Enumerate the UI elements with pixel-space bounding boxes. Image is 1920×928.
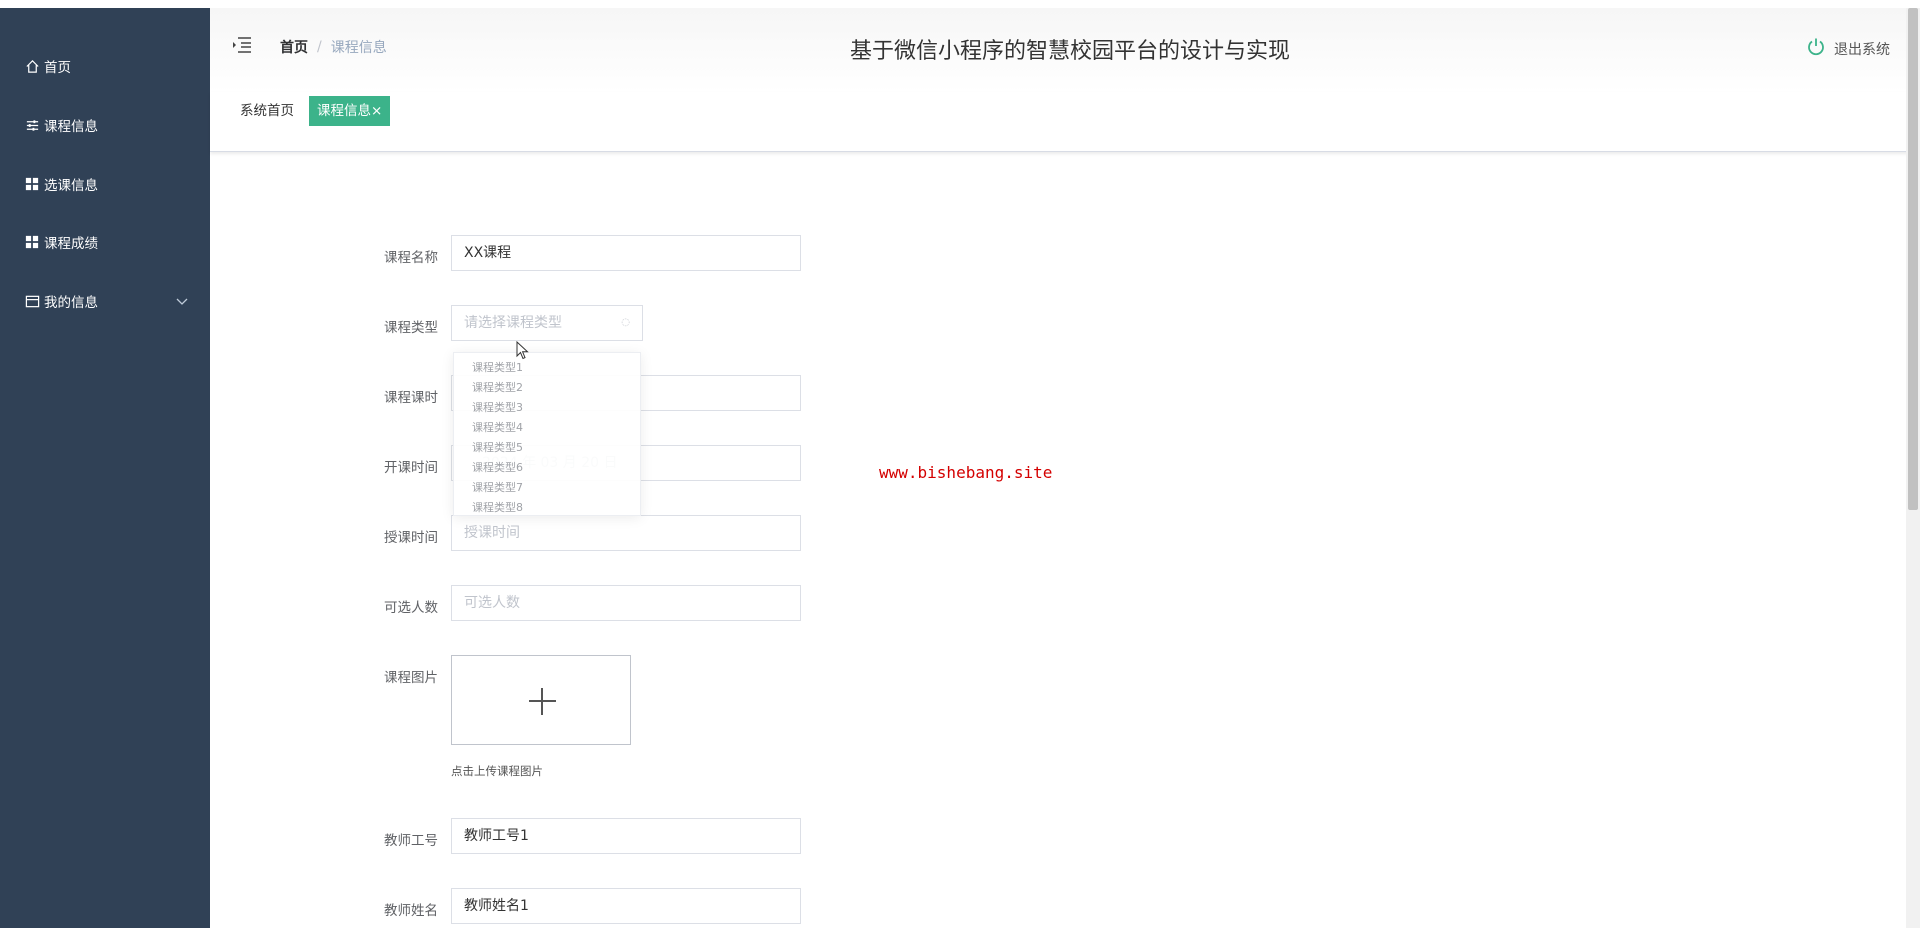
watermark-text: www.bishebang.site: [879, 463, 1053, 482]
course-image-label: 课程图片: [384, 670, 438, 686]
dropdown-option[interactable]: 课程类型4: [472, 419, 523, 435]
grid-icon: [24, 234, 40, 250]
upload-tip: 点击上传课程图片: [451, 764, 543, 778]
breadcrumb-separator: /: [317, 39, 322, 55]
menu-toggle-icon[interactable]: [232, 36, 252, 54]
sidebar-item-my-info[interactable]: 我的信息: [0, 281, 210, 321]
teacher-id-label: 教师工号: [384, 833, 438, 849]
sidebar-item-label: 我的信息: [44, 295, 98, 311]
course-type-select[interactable]: 请选择课程类型 ◌: [451, 305, 643, 341]
logout-label: 退出系统: [1834, 42, 1890, 58]
dropdown-option[interactable]: 课程类型5: [472, 439, 523, 455]
course-hours-label: 课程课时: [384, 390, 438, 406]
course-type-label: 课程类型: [384, 320, 438, 336]
tag-course-info[interactable]: 课程信息×: [309, 96, 391, 126]
course-name-label: 课程名称: [384, 250, 438, 266]
mouse-cursor-icon: [516, 340, 530, 365]
dropdown-option[interactable]: 课程类型2: [472, 379, 523, 395]
sidebar-item-home[interactable]: 首页: [0, 46, 210, 86]
dropdown-option[interactable]: 课程类型6: [472, 459, 523, 475]
breadcrumb-current: 课程信息: [330, 40, 387, 56]
start-time-label: 开课时间: [384, 460, 438, 476]
sidebar-item-label: 首页: [44, 60, 71, 76]
tag-label: 课程信息: [317, 103, 371, 119]
top-header: 首页 / 课程信息 基于微信小程序的智慧校园平台的设计与实现 退出系统: [210, 8, 1920, 92]
teacher-id-input[interactable]: 教师工号1: [451, 818, 801, 854]
sidebar: 首页 课程信息 选课信息 课程成绩 我的信息: [0, 8, 210, 928]
sidebar-item-label: 课程信息: [44, 119, 98, 135]
tag-system-home[interactable]: 系统首页: [232, 96, 302, 126]
course-name-input[interactable]: XX课程: [451, 235, 801, 271]
course-type-placeholder: 请选择课程类型: [464, 315, 562, 331]
teach-time-label: 授课时间: [384, 530, 438, 546]
power-icon: [1806, 37, 1826, 61]
capacity-label: 可选人数: [384, 600, 438, 616]
dropdown-option[interactable]: 课程类型8: [472, 499, 523, 515]
home-icon: [24, 58, 40, 74]
page-title: 基于微信小程序的智慧校园平台的设计与实现: [849, 39, 1290, 64]
teach-time-input[interactable]: 授课时间: [451, 515, 801, 551]
teacher-name-label: 教师姓名: [384, 903, 438, 919]
wallet-icon: [24, 293, 40, 309]
loading-icon: ◌: [621, 317, 630, 328]
logout-button[interactable]: 退出系统: [1806, 37, 1890, 61]
chevron-down-icon: [176, 294, 188, 310]
scrollbar-thumb[interactable]: [1908, 8, 1918, 510]
image-upload[interactable]: [451, 655, 631, 745]
dropdown-option[interactable]: 课程类型7: [472, 479, 523, 495]
breadcrumb-home[interactable]: 首页: [280, 37, 308, 57]
sidebar-item-course-grades[interactable]: 课程成绩: [0, 222, 210, 262]
plus-icon-vertical: [541, 688, 543, 715]
sidebar-item-label: 选课信息: [44, 178, 98, 194]
course-type-dropdown: 课程类型1 课程类型2 课程类型3 课程类型4 课程类型5 课程类型6 课程类型…: [453, 352, 641, 516]
dropdown-option[interactable]: 课程类型3: [472, 399, 523, 415]
sidebar-item-label: 课程成绩: [44, 236, 98, 252]
sidebar-item-selection-info[interactable]: 选课信息: [0, 164, 210, 204]
teacher-name-input[interactable]: 教师姓名1: [451, 888, 801, 924]
sidebar-item-course-info[interactable]: 课程信息: [0, 105, 210, 145]
grid-icon: [24, 176, 40, 192]
tags-view: 系统首页 课程信息×: [210, 92, 1910, 152]
capacity-input[interactable]: 可选人数: [451, 585, 801, 621]
breadcrumb: 首页 / 课程信息: [280, 37, 387, 57]
sliders-icon: [24, 117, 40, 133]
close-icon[interactable]: ×: [371, 103, 382, 119]
